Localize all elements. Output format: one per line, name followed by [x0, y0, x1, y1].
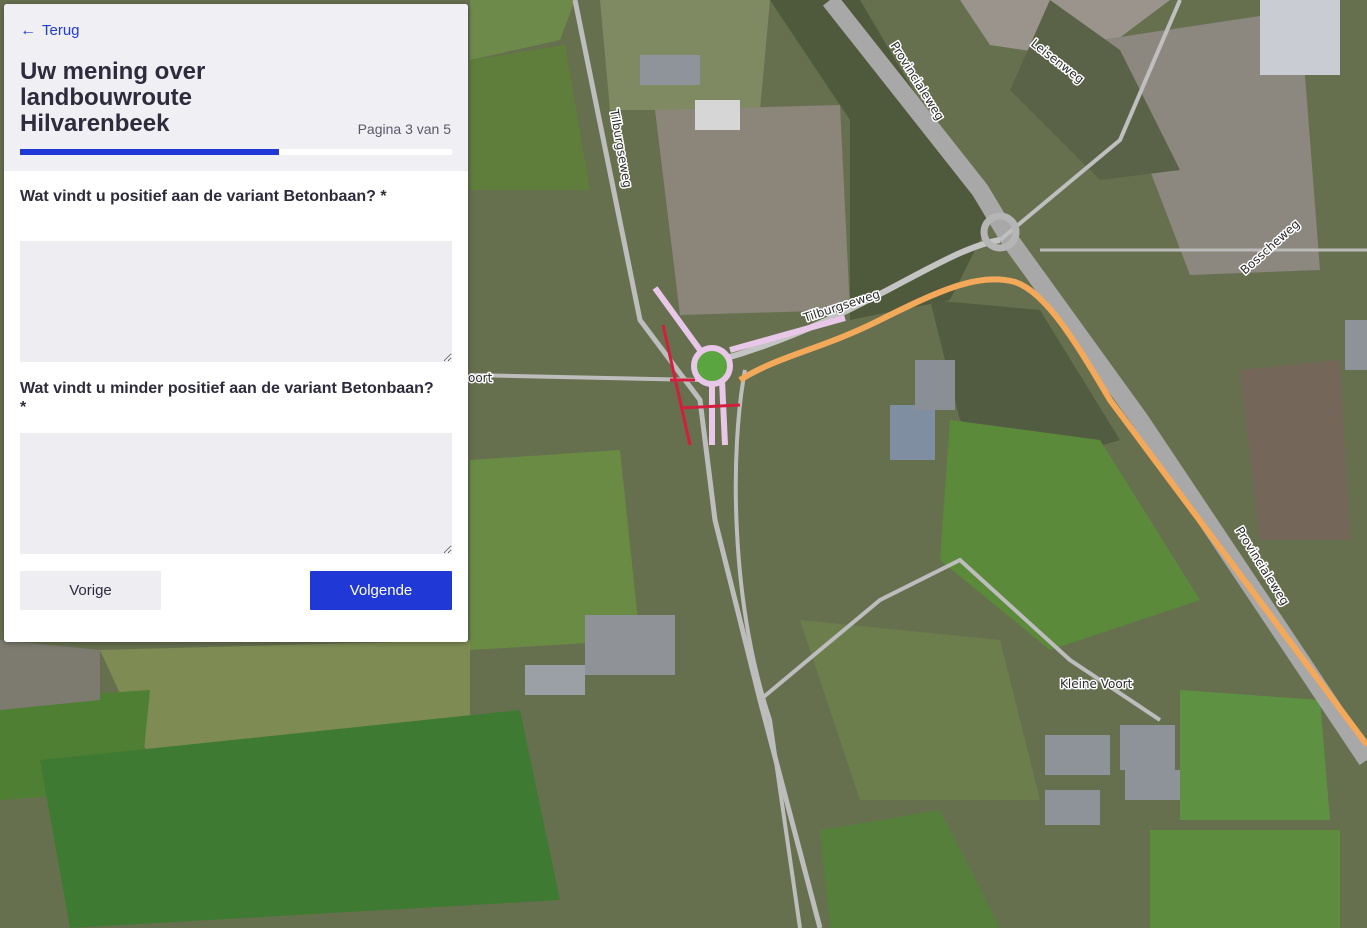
field — [655, 105, 850, 315]
building — [890, 405, 935, 460]
building — [525, 665, 585, 695]
question-label-positive: Wat vindt u positief aan de variant Beto… — [20, 188, 387, 205]
question-label-negative: Wat vindt u minder positief aan de varia… — [20, 380, 434, 416]
field — [0, 640, 100, 710]
field — [1180, 690, 1330, 820]
street-label: oort — [468, 371, 493, 385]
back-label: Terug — [42, 22, 80, 39]
building — [1260, 0, 1340, 75]
building — [640, 55, 700, 85]
previous-button[interactable]: Vorige — [20, 571, 161, 610]
building — [1345, 320, 1367, 370]
answer-field-negative[interactable] — [20, 433, 452, 554]
progress-fill — [20, 149, 280, 155]
building — [1045, 790, 1100, 825]
arrow-left-icon: ← — [20, 21, 36, 39]
street-label: Kleine Voort — [1060, 677, 1133, 691]
building — [1125, 770, 1180, 800]
field — [1150, 830, 1340, 928]
answer-field-positive[interactable] — [20, 241, 452, 362]
survey-panel: ← Terug Uw mening over landbouwroute Hil… — [4, 4, 468, 642]
page-title: Uw mening over landbouwroute Hilvarenbee… — [20, 58, 206, 137]
building — [585, 615, 675, 675]
new-roundabout — [691, 345, 733, 387]
back-link[interactable]: ← Terug — [20, 22, 80, 39]
building — [1045, 735, 1110, 775]
building — [915, 360, 955, 410]
building — [1120, 725, 1175, 770]
panel-header: ← Terug Uw mening over landbouwroute Hil… — [4, 4, 468, 171]
page-indicator: Pagina 3 van 5 — [357, 121, 451, 137]
building — [695, 100, 740, 130]
next-button[interactable]: Volgende — [310, 571, 452, 610]
progress-bar — [20, 149, 452, 155]
